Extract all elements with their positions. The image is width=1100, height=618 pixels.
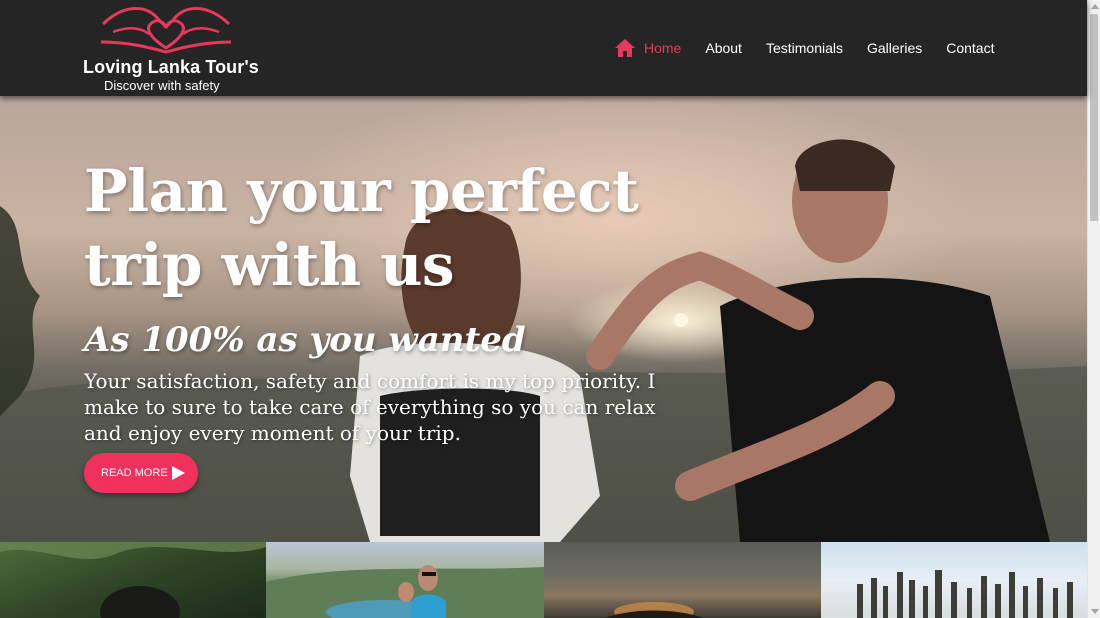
nav-item-galleries[interactable]: Galleries	[867, 40, 922, 56]
nav-item-label: Galleries	[866, 40, 923, 56]
read-more-label: READ MORE	[101, 467, 168, 479]
lake-couple-photo	[266, 565, 544, 618]
nav-item-label: About	[705, 40, 742, 56]
nav-item-about[interactable]: About	[705, 40, 742, 56]
nav-item-label: Home	[644, 40, 682, 56]
scroll-up-icon[interactable]	[1091, 4, 1099, 9]
nav-item-label: Testimonials	[765, 40, 843, 56]
play-icon	[172, 466, 185, 480]
brand-logo[interactable]: Loving Lanka Tour's Discover with safety	[83, 2, 263, 94]
gallery-tile-sunset[interactable]	[544, 542, 821, 618]
scroll-down-icon[interactable]	[1091, 609, 1099, 614]
sunset-photo	[604, 602, 704, 618]
brand-tagline: Discover with safety	[104, 78, 220, 93]
hero-copy: Plan your perfect trip with us As 100% a…	[84, 154, 684, 446]
gallery-strip	[0, 542, 1087, 618]
nav-item-contact[interactable]: Contact	[946, 40, 994, 56]
nav-item-label: Contact	[946, 40, 995, 56]
hero-banner: Plan your perfect trip with us As 100% a…	[0, 96, 1087, 542]
read-more-button[interactable]: READ MORE	[84, 453, 198, 493]
brand-title: Loving Lanka Tour's	[83, 57, 259, 77]
nav-item-home[interactable]: Home	[614, 38, 681, 58]
page-scrollbar[interactable]	[1087, 0, 1100, 618]
gallery-tile-lake-couple[interactable]	[266, 542, 544, 618]
nav-item-testimonials[interactable]: Testimonials	[766, 40, 843, 56]
gallery-tile-forest[interactable]	[0, 542, 266, 618]
ruins-pillars-photo	[857, 570, 1073, 618]
site-header: Loving Lanka Tour's Discover with safety…	[0, 0, 1087, 96]
scrollbar-thumb[interactable]	[1090, 14, 1098, 221]
forest-photo	[0, 542, 266, 618]
home-icon	[615, 39, 635, 57]
hero-subheadline: As 100% as you wanted	[84, 320, 526, 360]
heart-hands-logo-icon	[100, 7, 232, 54]
main-nav: Home About Testimonials Galleries Contac…	[614, 38, 994, 58]
hero-paragraph: Your satisfaction, safety and comfort is…	[84, 369, 656, 445]
gallery-tile-ruins[interactable]	[821, 542, 1087, 618]
hero-headline: Plan your perfect trip with us	[84, 157, 639, 299]
